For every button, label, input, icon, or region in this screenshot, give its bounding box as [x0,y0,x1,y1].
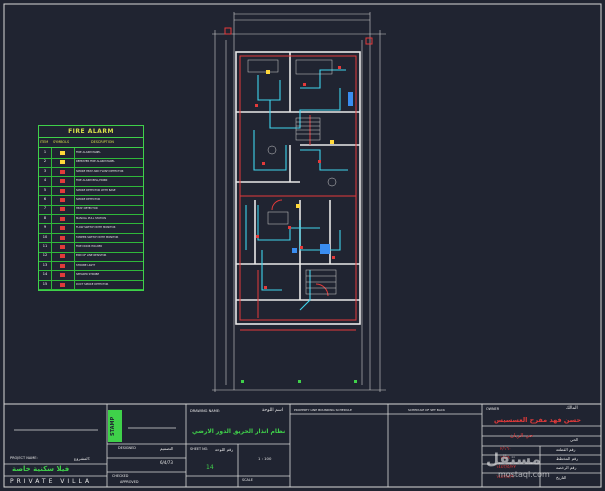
legend-row-symbol [52,166,75,177]
alarm-device-icon [60,282,65,287]
legend-row-description: TAMPER SWITCH WITH MONITOR [76,235,119,239]
legend-row-description: MANUAL PULL STATION [76,216,107,220]
legend-header-no: ITEM [40,140,49,144]
legend-row-number: 9 [39,223,52,233]
alarm-device-icon [60,160,65,165]
watermark-url: mostaql.com [498,470,550,479]
legend-row-number: 12 [39,251,52,261]
alarm-device-icon [60,179,65,184]
legend-header: ITEM SYMBOLS DESCRIPTION [39,138,143,148]
legend-row-symbol [52,185,75,196]
approved-label: APPROVED [120,480,139,484]
sheet-label-ar: رقم اللوحة [215,447,234,452]
alarm-device-icon [60,169,65,174]
legend-row-symbol [52,232,75,243]
legend-row-number: 13 [39,260,52,271]
drawing-name-ar: نظام انذار الحريق الدور الارضي [192,428,286,435]
alarm-device-icon [60,245,65,249]
legend-row-number: 8 [39,213,52,224]
legend-row-number: 14 [39,270,52,280]
legend-row-description: FIRE ALARM PANEL [76,151,101,154]
designed-label: DESIGNED [118,446,136,450]
legend-header-description: DESCRIPTION [91,140,114,144]
setback-schedule: SCHEDULE OF SET BACK [408,408,445,412]
project-field-label: المشروع: [74,456,91,461]
legend-row-number: 1 [39,148,52,158]
legend-row-symbol [52,260,75,271]
property-line-schedule: PROPERTY LINE BOUNDING SCHEDULE [294,408,352,412]
legend-row-number: 3 [39,166,52,177]
alarm-device-icon [60,226,65,231]
legend-row-symbol [52,213,75,224]
drawing-name-label-ar: اسم اللوحة [262,408,284,413]
fire-alarm-legend: FIRE ALARM ITEM SYMBOLS DESCRIPTION 1 FIR… [38,125,144,291]
alarm-device-icon [60,198,65,202]
legend-row-description: SMOKE DETECTOR WITH BASE [76,188,116,192]
legend-row-description: STROBE LIGHT [76,263,96,267]
legend-row-symbol [52,195,75,205]
owner-label-ar: المالك [566,406,578,411]
legend-row-symbol [52,157,75,167]
alarm-device-icon [60,235,65,240]
legend-row-symbol [52,251,75,261]
legend-row-number: 15 [39,279,52,290]
date-code: 6/4/73 [160,460,173,465]
legend-row-symbol [52,204,75,214]
project-name-label: PROJECT NAME: [10,456,38,460]
alarm-device-icon [60,216,65,221]
project-name-en: PRIVATE VILLA [10,478,93,485]
date-label: التاريخ [556,475,567,480]
legend-row-description: SMOKE HEAT AND FLUSH DETECTOR [76,169,124,173]
checked-label: CHECKED [112,474,129,478]
stamp-label: STAMP [110,416,116,436]
project-name-ar: فيلا سكنية خاصة [12,465,70,473]
district-label: الحي [570,437,579,442]
legend-row-description: FIRE DOOR HOLDER [76,245,103,248]
plan-label: رقم المخطط [556,456,579,461]
alarm-device-icon [60,207,65,212]
alarm-device-icon [60,273,65,278]
owner-label: OWNER [486,407,500,411]
legend-row: 15 DUCT SMOKE DETECTOR [39,279,143,291]
legend-row-description: DUCT SMOKE DETECTOR [76,282,109,286]
cad-drawing-viewport: FIRE ALARM ITEM SYMBOLS DESCRIPTION 1 FIR… [0,0,605,491]
legend-row-description: HEAT DETECTOR [76,207,98,211]
legend-row-number: 4 [39,176,52,186]
permit-label: رقم الرخصة [556,465,577,470]
owner-name: حسن فهد مفرح العسسيس [494,416,582,424]
location: حي الريان [510,433,534,439]
legend-row-number: 6 [39,195,52,205]
scale-label: SCALE [242,478,253,482]
legend-row-symbol [52,223,75,233]
legend-row-description: FIRE ALARM BELL/HORN [76,179,108,183]
sheet-label: SHEET NO. [190,447,209,451]
legend-row-description: SMOKE DETECTOR [76,198,101,201]
legend-row-number: 7 [39,204,52,214]
sheet-number: 14 [206,464,214,471]
legend-title: FIRE ALARM [39,126,143,138]
alarm-device-icon [60,188,65,193]
legend-row-number: 10 [39,232,52,243]
legend-row-symbol [52,270,75,280]
designed-label-ar: التصميم [160,446,174,451]
plot-label: رقم القطعة [556,447,576,452]
legend-row-number: 5 [39,185,52,196]
legend-row-symbol [52,176,75,186]
legend-row-description: FLOW SWITCH WITH MONITOR [76,226,116,230]
legend-row-number: 11 [39,242,52,252]
legend-row-description: SPEAKER STROBE [76,273,100,277]
alarm-device-icon [60,151,65,155]
scale-value: 1 : 100 [258,456,272,461]
legend-row-symbol [52,242,75,252]
legend-row-symbol [52,279,75,290]
watermark-logo: مستقل [486,450,541,468]
legend-row-description: END OF LINE RESISTOR [76,254,107,258]
legend-header-symbol: SYMBOLS [53,140,70,144]
alarm-device-icon [60,254,65,259]
alarm-device-icon [60,263,65,268]
legend-row-description: REPEATER FIRE ALARM PANEL [76,160,115,164]
legend-row-symbol [52,148,75,158]
legend-row-number: 2 [39,157,52,167]
drawing-name-label: DRAWING NAME: [190,409,221,413]
